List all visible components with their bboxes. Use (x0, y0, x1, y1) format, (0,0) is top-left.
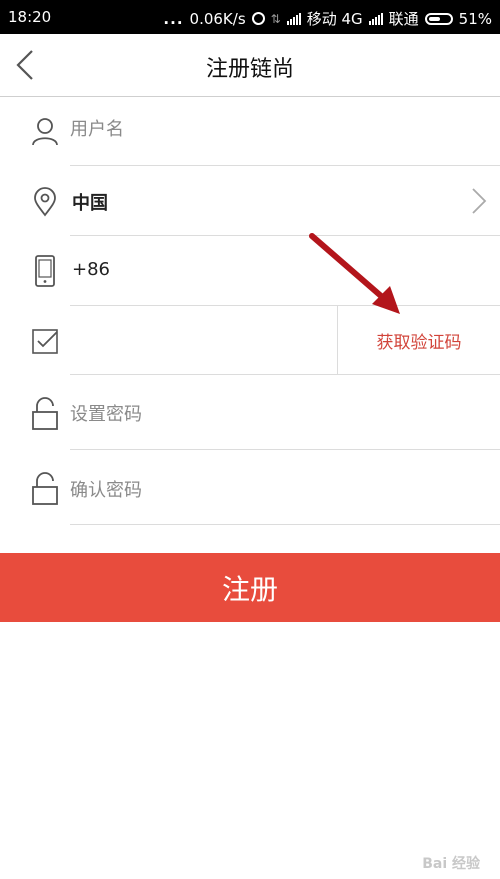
phone-input[interactable] (115, 259, 315, 280)
user-icon (30, 116, 60, 146)
carrier-2: 联通 (388, 10, 419, 28)
register-button[interactable]: 注册 (0, 553, 500, 622)
lock-icon (30, 472, 60, 506)
battery-level: 51% (458, 9, 492, 28)
alarm-icon (251, 12, 265, 25)
network-speed: 0.06K/s (189, 9, 246, 28)
confirm-password-row (0, 450, 500, 525)
divider (70, 524, 500, 525)
page-title: 注册链尚 (205, 57, 294, 82)
username-row (0, 97, 500, 166)
status-indicators: ... 0.06K/s ⇅ 移动 4G 联通 51% (163, 8, 492, 29)
status-time: 18:20 (8, 8, 52, 26)
confirm-password-input[interactable] (70, 480, 330, 501)
battery-icon (424, 12, 453, 25)
signal-icon (286, 12, 301, 25)
smartphone-icon (30, 254, 60, 288)
data-arrows-icon: ⇅ (270, 11, 281, 26)
status-bar: 18:20 ... 0.06K/s ⇅ 移动 4G 联通 51% (0, 0, 500, 34)
watermark: Bai 经验 (422, 856, 480, 872)
lock-icon (30, 397, 60, 431)
password-input[interactable] (70, 404, 330, 425)
signal-icon-2 (368, 12, 383, 25)
notification-dots: ... (163, 9, 184, 28)
carrier-1: 移动 4G (306, 10, 363, 28)
chevron-right-icon (470, 186, 488, 220)
location-pin-icon (30, 187, 60, 217)
username-input[interactable] (70, 119, 330, 140)
country-code: +86 (72, 259, 110, 280)
country-value: 中国 (72, 193, 108, 214)
checkbox-icon (30, 326, 60, 356)
country-row[interactable]: 中国 (0, 166, 500, 236)
verify-code-input[interactable] (70, 328, 320, 349)
phone-row: +86 (0, 236, 500, 306)
password-row (0, 375, 500, 450)
annotation-arrow-icon (309, 233, 400, 314)
app-header: 注册链尚 (0, 34, 500, 97)
verify-code-row: 获取验证码 (0, 306, 500, 375)
